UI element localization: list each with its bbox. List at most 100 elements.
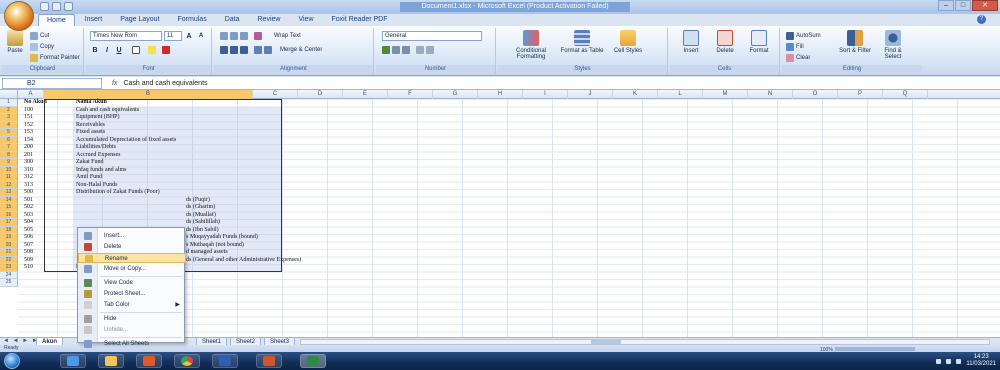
formula-input[interactable]: Cash and cash equivalents [123, 80, 207, 87]
tab-data[interactable]: Data [217, 14, 248, 26]
column-header-m[interactable]: M [703, 90, 748, 99]
cell-account-number[interactable]: 312 [24, 174, 44, 182]
column-header-b[interactable]: B [44, 90, 253, 99]
flag-icon[interactable] [956, 358, 962, 364]
name-box[interactable]: B2 [2, 77, 102, 89]
row-header[interactable]: 9 [0, 159, 18, 167]
column-header-h[interactable]: H [478, 90, 523, 99]
column-header-o[interactable]: O [793, 90, 838, 99]
cell-account-number[interactable]: 154 [24, 137, 44, 145]
percent-icon[interactable] [392, 46, 400, 54]
taskbar-chrome[interactable] [174, 354, 200, 368]
menu-item-select-all-sheets[interactable]: Select All Sheets [78, 339, 186, 349]
menu-item-protect-sheet[interactable]: Protect Sheet... [78, 289, 186, 299]
autosum-button[interactable]: AutoSum [786, 31, 821, 41]
menu-item-hide[interactable]: Hide [78, 314, 186, 324]
menu-item-tab-color[interactable]: Tab Color ▶ [78, 300, 186, 310]
sort-filter-button[interactable]: Sort & Filter [838, 30, 872, 64]
scrollbar-thumb[interactable] [591, 340, 621, 344]
format-painter-button[interactable]: Format Painter [30, 53, 80, 63]
tab-insert[interactable]: Insert [77, 14, 111, 26]
taskbar-media[interactable] [136, 354, 162, 368]
delete-cells-button[interactable]: Delete [710, 30, 740, 64]
font-size-box[interactable]: 11 [164, 31, 182, 41]
tab-formulas[interactable]: Formulas [170, 14, 215, 26]
row-header[interactable]: 13 [0, 189, 18, 197]
format-cells-button[interactable]: Format [744, 30, 774, 64]
orientation-icon[interactable] [254, 32, 262, 40]
format-as-table-button[interactable]: Format as Table [560, 30, 604, 64]
tab-view[interactable]: View [290, 14, 321, 26]
clock[interactable]: 14:23 11/03/2021 [966, 354, 996, 368]
row-header[interactable]: 8 [0, 151, 18, 159]
currency-icon[interactable] [382, 46, 390, 54]
align-middle-icon[interactable] [230, 32, 238, 40]
font-name-box[interactable]: Times New Rom [90, 31, 162, 41]
row-header[interactable]: 20 [0, 241, 18, 249]
cell-account-number[interactable]: 509 [24, 257, 44, 265]
row-header[interactable]: 15 [0, 204, 18, 212]
align-center-icon[interactable] [230, 46, 238, 54]
wrap-text-button[interactable]: Wrap Text [274, 33, 301, 39]
taskbar-powerpoint[interactable] [256, 354, 282, 368]
menu-item-delete[interactable]: Delete [78, 242, 186, 252]
paste-button[interactable]: Paste [4, 30, 26, 64]
row-header[interactable]: 25 [0, 279, 18, 287]
header-cell-no-akun[interactable]: No Akun [24, 99, 47, 107]
underline-button[interactable]: U [114, 46, 124, 55]
tab-foxit-reader-pdf[interactable]: Foxit Reader PDF [324, 14, 396, 26]
column-header-d[interactable]: D [298, 90, 343, 99]
menu-item-view-code[interactable]: View Code [78, 278, 186, 288]
row-header[interactable]: 11 [0, 174, 18, 182]
column-header-a[interactable]: A [18, 90, 44, 99]
taskbar-word[interactable] [212, 354, 238, 368]
fill-color-icon[interactable] [148, 46, 156, 54]
redo-icon[interactable] [64, 2, 73, 11]
column-header-k[interactable]: K [613, 90, 658, 99]
column-header-c[interactable]: C [253, 90, 298, 99]
cell-account-number[interactable]: 313 [24, 182, 44, 190]
row-header[interactable]: 4 [0, 121, 18, 129]
conditional-formatting-button[interactable]: Conditional Formatting [506, 30, 556, 64]
merge-center-button[interactable]: Merge & Center [280, 47, 322, 53]
find-select-button[interactable]: Find & Select [876, 30, 910, 64]
row-header[interactable]: 1 [0, 99, 18, 107]
cell-account-number[interactable]: 151 [24, 114, 44, 122]
column-header-q[interactable]: Q [883, 90, 928, 99]
row-header[interactable]: 10 [0, 166, 18, 174]
column-header-j[interactable]: J [568, 90, 613, 99]
column-header-g[interactable]: G [433, 90, 478, 99]
align-top-icon[interactable] [220, 32, 228, 40]
row-header[interactable]: 14 [0, 196, 18, 204]
cut-button[interactable]: Cut [30, 31, 49, 41]
column-header-l[interactable]: L [658, 90, 703, 99]
column-header-f[interactable]: F [388, 90, 433, 99]
cell-account-number[interactable]: 100 [24, 107, 44, 115]
save-icon[interactable] [40, 2, 49, 11]
align-right-icon[interactable] [240, 46, 248, 54]
cell-account-number[interactable]: 300 [24, 159, 44, 167]
row-header[interactable]: 7 [0, 144, 18, 152]
row-header[interactable]: 2 [0, 106, 18, 114]
decrease-indent-icon[interactable] [254, 46, 262, 54]
clear-button[interactable]: Clear [786, 53, 810, 63]
cell-account-number[interactable]: 503 [24, 212, 44, 220]
cell-account-number[interactable]: 502 [24, 204, 44, 212]
fill-button[interactable]: Fill [786, 42, 804, 52]
cell-account-number[interactable]: 153 [24, 129, 44, 137]
insert-cells-button[interactable]: Insert [676, 30, 706, 64]
help-icon[interactable]: ? [977, 15, 986, 24]
column-header-i[interactable]: I [523, 90, 568, 99]
close-button[interactable]: ✕ [972, 0, 998, 11]
cell-account-number[interactable]: 200 [24, 144, 44, 152]
menu-item-move-or-copy[interactable]: Move or Copy... [78, 264, 186, 274]
bold-button[interactable]: B [90, 46, 100, 55]
network-icon[interactable] [936, 358, 942, 364]
shrink-font-icon[interactable]: A [196, 32, 206, 41]
cell-account-number[interactable]: 510 [24, 264, 44, 272]
cell-account-number[interactable]: 508 [24, 249, 44, 257]
cell-styles-button[interactable]: Cell Styles [608, 30, 648, 64]
row-header[interactable]: 19 [0, 234, 18, 242]
comma-style-icon[interactable] [402, 46, 410, 54]
taskbar-excel[interactable] [300, 354, 326, 368]
